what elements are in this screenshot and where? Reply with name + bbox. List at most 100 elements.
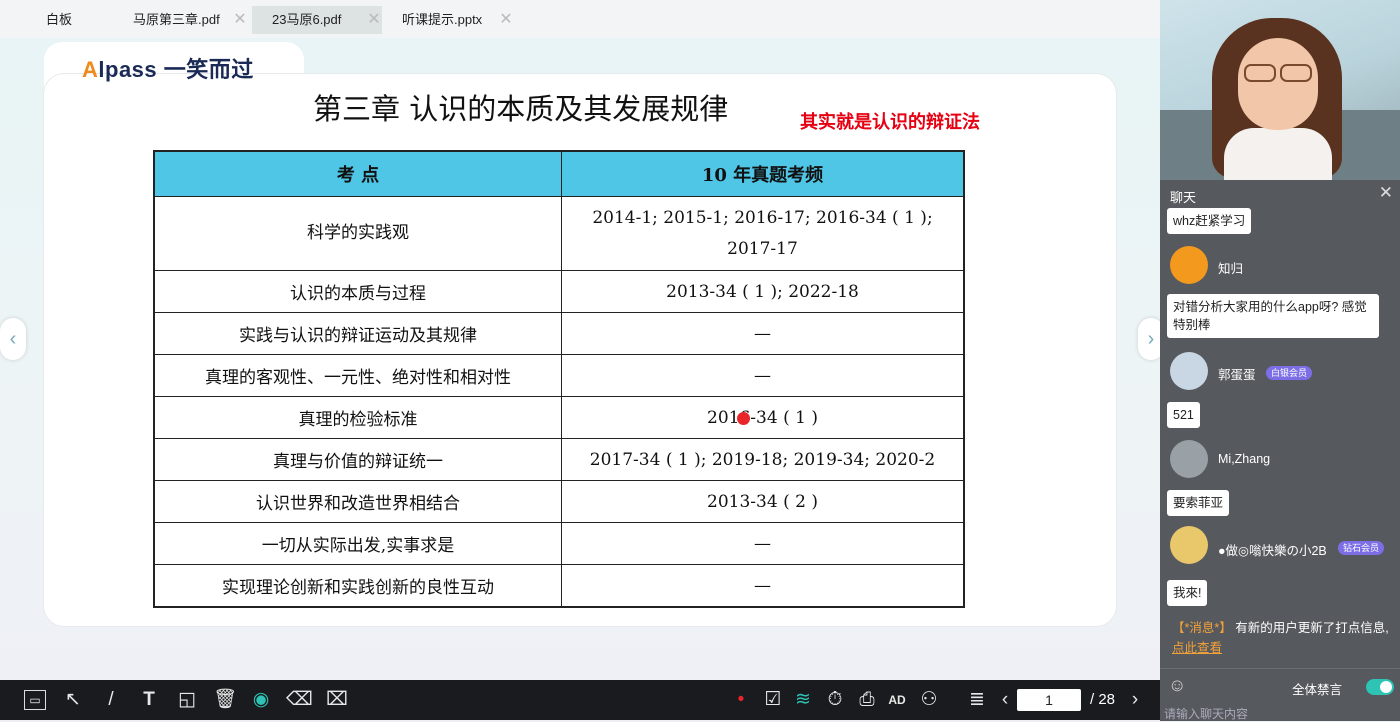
- prev-page-icon[interactable]: ‹: [992, 687, 1018, 713]
- frequency-cell: 2017-34 ( 1 ); 2019-18; 2019-34; 2020-2: [561, 438, 965, 481]
- frequency-cell: 2013-34 ( 2 ): [561, 480, 965, 523]
- checklist-icon[interactable]: ☑: [760, 687, 786, 713]
- avatar: [1170, 352, 1208, 390]
- frequency-cell: —: [561, 522, 965, 565]
- avatar: [1170, 440, 1208, 478]
- brand-logo: Alpass 一笑而过: [82, 57, 254, 82]
- prev-page-arrow-icon[interactable]: ‹: [0, 318, 26, 360]
- tab-pdf-23[interactable]: 23马原6.pdf ✕: [252, 6, 382, 34]
- timer-icon[interactable]: ⏱: [822, 687, 848, 713]
- table-row: 认识的本质与过程 2013-34 ( 1 ); 2022-18: [153, 270, 965, 313]
- tab-pptx[interactable]: 听课提示.pptx ✕: [402, 6, 514, 34]
- member-badge: 白银会员: [1266, 366, 1313, 380]
- system-tag: 【*消息*】: [1172, 621, 1232, 635]
- system-notice: 【*消息*】 有新的用户更新了打点信息, 点此查看: [1172, 618, 1394, 658]
- topic-cell: 认识的本质与过程: [153, 270, 562, 313]
- tab-label: 听课提示.pptx: [402, 12, 483, 27]
- table-row: 真理的客观性、一元性、绝对性和相对性 —: [153, 354, 965, 397]
- chat-panel: 聊天 ✕ whz赶紧学习 知归 对错分析大家用的什么app呀? 感觉特别棒 郭蛋…: [1160, 180, 1400, 721]
- topic-cell: 真理的检验标准: [153, 396, 562, 439]
- eraser-icon[interactable]: ⌫: [286, 687, 313, 713]
- chat-username: ●做◎嗡快樂の小2B: [1218, 544, 1327, 558]
- close-icon[interactable]: ✕: [230, 6, 250, 34]
- chat-message: whz赶紧学习: [1167, 208, 1252, 234]
- gift-icon[interactable]: ⎙: [854, 687, 880, 713]
- table-row: 认识世界和改造世界相结合 2013-34 ( 2 ): [153, 480, 965, 523]
- frequency-cell: 2014-1; 2015-1; 2016-17; 2016-34 ( 1 ); 2…: [561, 196, 965, 271]
- close-icon[interactable]: ✕: [496, 6, 516, 34]
- teacher-video: [1160, 0, 1400, 180]
- chat-username: 知归: [1218, 262, 1244, 276]
- frequency-cell: —: [561, 312, 965, 355]
- avatar: [1170, 246, 1208, 284]
- exam-frequency-table: 考 点 10 年真题考频 科学的实践观 2014-1; 2015-1; 2016…: [153, 150, 965, 608]
- chat-title: 聊天: [1170, 190, 1197, 205]
- tab-label: 23马原6.pdf: [272, 12, 342, 27]
- table-row: 真理的检验标准 2016-34 ( 1 ): [153, 396, 965, 439]
- tab-label: 白板: [46, 12, 73, 27]
- select-cursor-icon[interactable]: ↖: [60, 687, 86, 713]
- system-text: 有新的用户更新了打点信息,: [1235, 621, 1389, 635]
- chat-message: 我來!: [1167, 580, 1208, 606]
- mute-all-toggle[interactable]: [1366, 679, 1394, 695]
- tab-whiteboard[interactable]: 白板: [46, 6, 72, 34]
- topic-cell: 科学的实践观: [153, 196, 562, 271]
- table-row: 科学的实践观 2014-1; 2015-1; 2016-17; 2016-34 …: [153, 196, 965, 271]
- table-header-row: 考 点 10 年真题考频: [153, 150, 965, 197]
- tab-pdf-chapter3[interactable]: 马原第三章.pdf ✕: [133, 6, 248, 34]
- chat-input[interactable]: 请输入聊天内容: [1164, 705, 1248, 722]
- slide-title: 第三章 认识的本质及其发展规律: [313, 92, 729, 126]
- frequency-cell: —: [561, 354, 965, 397]
- presentation-stage: Alpass 一笑而过 第三章 认识的本质及其发展规律 其实就是认识的辩证法 考…: [0, 38, 1164, 680]
- topic-cell: 实践与认识的辩证运动及其规律: [153, 312, 562, 355]
- shape-tool-icon[interactable]: ◱: [174, 687, 200, 713]
- member-badge: 钻石会员: [1338, 541, 1385, 555]
- column-header-topic: 考 点: [153, 150, 562, 197]
- ppt-icon[interactable]: ▭: [24, 690, 46, 710]
- close-icon[interactable]: ✕: [1379, 183, 1393, 203]
- close-icon[interactable]: ✕: [364, 6, 384, 34]
- frequency-cell: —: [561, 564, 965, 608]
- chat-message: 对错分析大家用的什么app呀? 感觉特别棒: [1167, 294, 1379, 338]
- topic-cell: 一切从实际出发,实事求是: [153, 522, 562, 565]
- table-row: 实践与认识的辩证运动及其规律 —: [153, 312, 965, 355]
- annotation-text: 其实就是认识的辩证法: [800, 112, 980, 132]
- page-total: / 28: [1090, 691, 1116, 708]
- emoji-icon[interactable]: ☺: [1168, 675, 1186, 696]
- tab-label: 马原第三章.pdf: [133, 12, 220, 27]
- table-row: 实现理论创新和实践创新的良性互动 —: [153, 564, 965, 608]
- pen-icon[interactable]: /: [98, 687, 124, 713]
- topic-cell: 实现理论创新和实践创新的良性互动: [153, 564, 562, 608]
- record-dot-icon[interactable]: •: [728, 687, 754, 713]
- laser-pointer-dot: [737, 412, 750, 425]
- chat-message: 要索菲亚: [1167, 490, 1230, 516]
- frequency-cell: 2016-34 ( 1 ): [561, 396, 965, 439]
- glasses-icon: [1244, 64, 1312, 82]
- answer-sheet-icon[interactable]: ≋: [790, 687, 816, 713]
- column-header-frequency: 10 年真题考频: [561, 150, 965, 197]
- chat-username: Mi,Zhang: [1218, 452, 1271, 466]
- whiteboard-toolbar: ▭ ↖ / T ◱ 🗑 ◉ ⌫ ⌧ • ☑ ≋ ⏱ ⎙ AD ⚇ ≣ ‹ 1 /…: [0, 680, 1160, 720]
- chat-footer: ☺ 全体禁言 请输入聊天内容: [1160, 668, 1400, 721]
- video-person-shirt: [1224, 128, 1332, 180]
- clear-brush-icon[interactable]: ⌧: [324, 687, 350, 713]
- tab-bar: 白板 马原第三章.pdf ✕ 23马原6.pdf ✕ 听课提示.pptx ✕: [0, 0, 1160, 39]
- layers-icon[interactable]: ≣: [964, 687, 990, 713]
- table-row: 一切从实际出发,实事求是 —: [153, 522, 965, 565]
- topic-cell: 真理的客观性、一元性、绝对性和相对性: [153, 354, 562, 397]
- next-page-icon[interactable]: ›: [1122, 687, 1148, 713]
- laser-pointer-icon[interactable]: ◉: [248, 687, 274, 713]
- chat-username: 郭蛋蛋: [1218, 368, 1256, 382]
- text-tool-icon[interactable]: T: [136, 687, 162, 713]
- chat-message: 521: [1167, 402, 1200, 428]
- ad-icon[interactable]: AD: [884, 687, 910, 713]
- view-link[interactable]: 点此查看: [1172, 641, 1222, 655]
- topic-cell: 认识世界和改造世界相结合: [153, 480, 562, 523]
- frequency-cell: 2013-34 ( 1 ); 2022-18: [561, 270, 965, 313]
- students-icon[interactable]: ⚇: [916, 687, 942, 713]
- mute-all-label: 全体禁言: [1292, 683, 1343, 697]
- topic-cell: 真理与价值的辩证统一: [153, 438, 562, 481]
- table-row: 真理与价值的辩证统一 2017-34 ( 1 ); 2019-18; 2019-3…: [153, 438, 965, 481]
- page-number-input[interactable]: 1: [1017, 689, 1081, 711]
- trash-icon[interactable]: 🗑: [212, 687, 238, 713]
